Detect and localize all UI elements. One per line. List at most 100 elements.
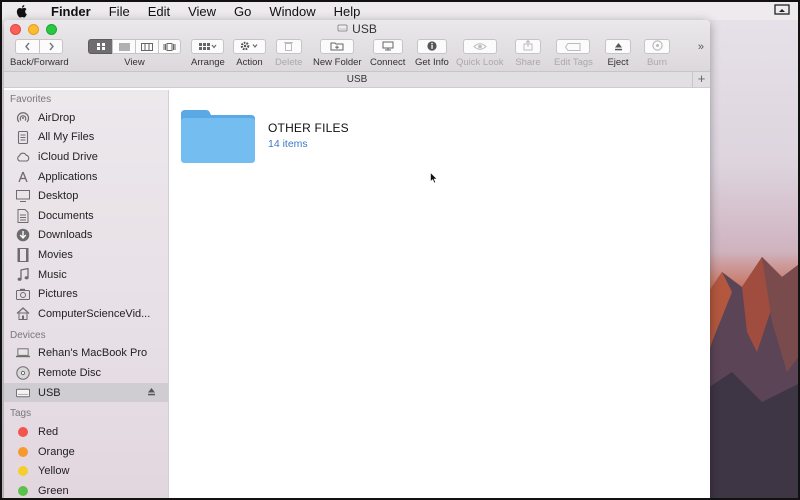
burn-label: Burn xyxy=(646,57,668,68)
quick-look-button[interactable] xyxy=(462,39,497,54)
tag-red-dot-icon xyxy=(16,425,30,439)
menu-view[interactable]: View xyxy=(179,4,225,19)
folder-item[interactable]: OTHER FILES 14 items xyxy=(180,108,349,167)
sidebar-item-label: Documents xyxy=(38,209,94,222)
folder-icon xyxy=(180,108,256,167)
tab-usb[interactable]: USB xyxy=(347,74,368,85)
edit-tags-label: Edit Tags xyxy=(554,57,593,68)
view-label: View xyxy=(124,57,145,68)
share-label: Share xyxy=(515,57,541,68)
view-icons-button[interactable] xyxy=(88,39,112,54)
apple-menu-icon[interactable] xyxy=(16,4,32,18)
info-icon xyxy=(427,40,437,54)
sidebar-item-airdrop[interactable]: AirDrop xyxy=(4,108,168,128)
menu-edit[interactable]: Edit xyxy=(139,4,179,19)
burn-group: Burn xyxy=(644,39,670,68)
burn-icon xyxy=(651,39,663,54)
coverflow-icon xyxy=(163,40,176,54)
sidebar-item-all-my-files[interactable]: All My Files xyxy=(4,128,168,148)
share-icon xyxy=(523,39,533,54)
eject-usb-button[interactable] xyxy=(147,387,156,398)
screen: Finder File Edit View Go Window Help USB xyxy=(0,0,800,500)
file-list-area[interactable]: OTHER FILES 14 items xyxy=(170,90,710,498)
sidebar-item-pictures[interactable]: Pictures xyxy=(4,284,168,304)
arrange-button[interactable] xyxy=(191,39,225,54)
delete-button[interactable] xyxy=(275,39,302,54)
sidebar-item-downloads[interactable]: Downloads xyxy=(4,226,168,246)
menu-help[interactable]: Help xyxy=(325,4,370,19)
tag-yellow-dot-icon xyxy=(16,464,30,478)
wallpaper-mountain xyxy=(702,257,798,498)
laptop-icon xyxy=(16,346,30,360)
pictures-icon xyxy=(16,287,30,301)
sidebar-item-tag-yellow[interactable]: Yellow xyxy=(4,462,168,482)
sidebar-item-label: Applications xyxy=(38,170,98,183)
menu-file[interactable]: File xyxy=(100,4,139,19)
new-folder-icon xyxy=(330,40,344,54)
sidebar-item-icloud-drive[interactable]: iCloud Drive xyxy=(4,147,168,167)
sidebar-item-applications[interactable]: Applications xyxy=(4,167,168,187)
sidebar-item-movies[interactable]: Movies xyxy=(4,245,168,265)
sidebar-item-tag-orange[interactable]: Orange xyxy=(4,442,168,462)
connect-button[interactable] xyxy=(372,39,403,54)
share-button[interactable] xyxy=(515,39,541,54)
sidebar-item-label: Red xyxy=(38,426,59,439)
list-icon xyxy=(118,40,130,54)
sidebar-item-documents[interactable]: Documents xyxy=(4,206,168,226)
view-list-button[interactable] xyxy=(112,39,135,54)
eye-icon xyxy=(473,40,487,54)
sidebar-item-label: Remote Disc xyxy=(38,366,101,379)
sidebar-item-tag-green[interactable]: Green xyxy=(4,481,168,498)
sidebar-item-music[interactable]: Music xyxy=(4,265,168,285)
menu-go[interactable]: Go xyxy=(225,4,260,19)
applications-icon xyxy=(16,170,30,184)
toolbar-overflow-button[interactable]: » xyxy=(698,41,704,53)
view-columns-button[interactable] xyxy=(135,39,158,54)
new-folder-group: New Folder xyxy=(313,39,362,68)
sidebar-item-usb[interactable]: USB xyxy=(4,382,168,403)
menu-window[interactable]: Window xyxy=(260,4,324,19)
eject-icon xyxy=(614,40,623,54)
mouse-pointer-icon xyxy=(430,171,438,187)
tags-heading: Tags xyxy=(10,408,32,420)
sidebar-item-label: AirDrop xyxy=(38,111,76,124)
view-coverflow-button[interactable] xyxy=(158,39,181,54)
finder-window: USB Back/Forward View Arrange Action Del… xyxy=(4,20,710,498)
action-button[interactable] xyxy=(233,39,266,54)
window-title-text: USB xyxy=(352,22,377,36)
downloads-icon xyxy=(16,228,30,242)
get-info-button[interactable] xyxy=(416,39,447,54)
share-group: Share xyxy=(515,39,541,68)
new-tab-button[interactable]: + xyxy=(692,72,710,87)
menu-finder[interactable]: Finder xyxy=(42,4,100,19)
toolbar: Back/Forward View Arrange Action Delete … xyxy=(4,39,710,71)
delete-group: Delete xyxy=(275,39,302,68)
chevron-left-icon xyxy=(24,40,31,54)
grid-icon xyxy=(96,40,106,54)
sidebar-item-label: Rehan's MacBook Pro xyxy=(38,347,148,360)
sidebar-item-label: iCloud Drive xyxy=(38,150,98,163)
sidebar-item-macbook[interactable]: Rehan's MacBook Pro xyxy=(4,344,168,364)
forward-button[interactable] xyxy=(39,39,64,54)
music-icon xyxy=(16,267,30,282)
get-info-group: Get Info xyxy=(415,39,449,68)
cloud-icon xyxy=(16,150,30,164)
edit-tags-button[interactable] xyxy=(556,39,591,54)
screen-mirroring-icon[interactable] xyxy=(774,4,790,20)
gear-icon xyxy=(240,40,259,54)
new-folder-label: New Folder xyxy=(313,57,362,68)
titlebar: USB Back/Forward View Arrange Action Del… xyxy=(4,20,710,72)
arrange-label: Arrange xyxy=(191,57,225,68)
arrange-grid-icon xyxy=(198,40,217,54)
new-folder-button[interactable] xyxy=(320,39,355,54)
sidebar-item-desktop[interactable]: Desktop xyxy=(4,186,168,206)
back-forward-label: Back/Forward xyxy=(10,57,69,68)
eject-button[interactable] xyxy=(605,39,631,54)
favorites-heading: Favorites xyxy=(10,94,52,105)
tag-green-dot-icon xyxy=(16,484,30,498)
back-button[interactable] xyxy=(15,39,40,54)
sidebar-item-remote-disc[interactable]: Remote Disc xyxy=(4,363,168,383)
burn-button[interactable] xyxy=(644,39,670,54)
sidebar-item-home[interactable]: ComputerScienceVid... xyxy=(4,304,168,324)
sidebar-item-tag-red[interactable]: Red xyxy=(4,422,168,442)
